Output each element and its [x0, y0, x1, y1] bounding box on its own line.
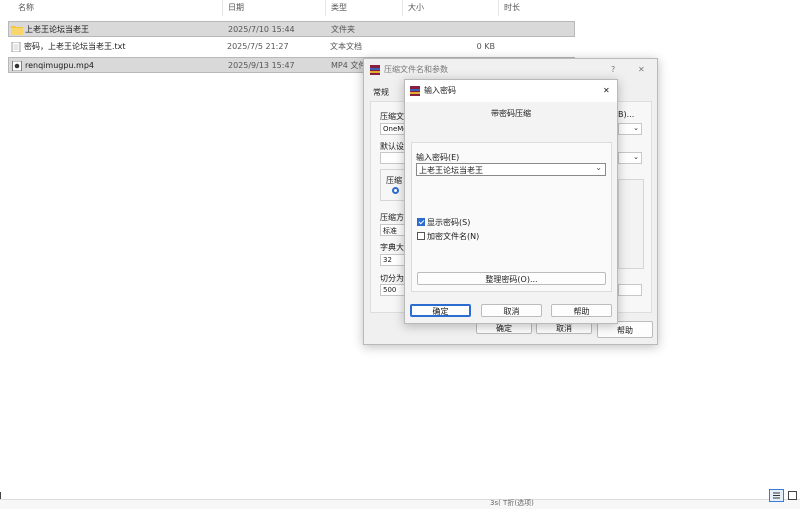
file-name: renqimugpu.mp4 [25, 61, 94, 70]
show-password-checkbox[interactable] [417, 218, 425, 226]
column-divider[interactable] [325, 0, 326, 16]
file-date: 2025/9/13 15:47 [228, 61, 295, 70]
dialog-titlebar[interactable]: 输入密码 ✕ [405, 80, 617, 102]
help-icon[interactable]: ? [611, 59, 615, 81]
split-unit-field[interactable] [618, 284, 642, 296]
column-header-size[interactable]: 大小 [408, 0, 424, 16]
browse-button-label[interactable]: B)... [618, 110, 634, 119]
file-date: 2025/7/10 15:44 [228, 25, 295, 34]
split-label: 切分为 [380, 274, 404, 283]
split-value: 500 [383, 286, 397, 294]
column-divider[interactable] [402, 0, 403, 16]
encrypt-filenames-label[interactable]: 加密文件名(N) [427, 231, 479, 242]
column-header-name[interactable]: 名称 [18, 0, 34, 16]
table-row[interactable]: 上老王论坛当老王 2025/7/10 15:44 文件夹 [8, 21, 575, 37]
password-input[interactable]: 上老王论坛当老王 ⌄ [416, 163, 606, 176]
ok-button[interactable]: 确定 [410, 304, 471, 317]
dialog-title: 压缩文件名和参数 [384, 65, 448, 74]
tiles-view-icon[interactable] [788, 491, 797, 500]
chevron-down-icon[interactable]: ⌄ [595, 163, 602, 172]
chevron-down-icon: ⌄ [633, 124, 639, 132]
file-name: 上老王论坛当老王 [25, 25, 89, 34]
archive-name-dropdown-tail[interactable]: ⌄ [618, 123, 642, 135]
sort-indicator-icon: ^ [116, 0, 122, 5]
format-group-label: 压缩 [386, 176, 402, 185]
method-value: 标准 [383, 227, 397, 235]
encrypt-filenames-checkbox[interactable] [417, 232, 425, 240]
file-type: 文件夹 [331, 25, 355, 34]
close-icon[interactable]: ✕ [638, 59, 645, 81]
column-header-type[interactable]: 类型 [331, 0, 347, 16]
tab-general[interactable]: 常规 [373, 87, 389, 98]
default-settings-dropdown-tail[interactable]: ⌄ [618, 152, 642, 164]
column-header-date[interactable]: 日期 [228, 0, 244, 16]
winrar-icon [410, 86, 420, 96]
close-icon[interactable]: ✕ [603, 80, 610, 102]
organize-passwords-button[interactable]: 整理密码(O)... [417, 272, 606, 285]
dictionary-label: 字典大 [380, 243, 404, 252]
cancel-button[interactable]: 取消 [481, 304, 542, 317]
table-row[interactable]: 密码，上老王论坛当老王.txt 2025/7/5 21:27 文本文档 0 KB [8, 39, 575, 55]
method-label: 压缩方 [380, 213, 404, 222]
enter-password-label: 输入密码(E) [416, 153, 460, 162]
enter-password-dialog: 输入密码 ✕ 带密码压缩 输入密码(E) 上老王论坛当老王 ⌄ 显示密码(S) … [404, 79, 618, 324]
file-size: 0 KB [476, 42, 495, 51]
file-type: 文本文档 [330, 42, 362, 51]
file-date: 2025/7/5 21:27 [227, 42, 289, 51]
dialog-titlebar[interactable]: 压缩文件名和参数 ? ✕ [364, 59, 657, 81]
dictionary-value: 32 [383, 256, 392, 264]
options-group [618, 179, 644, 269]
winrar-icon [370, 65, 380, 75]
video-file-icon [12, 61, 22, 71]
folder-icon [11, 26, 23, 35]
format-radio[interactable] [392, 187, 399, 194]
file-name: 密码，上老王论坛当老王.txt [24, 42, 126, 51]
dialog-title: 输入密码 [424, 86, 456, 95]
chevron-down-icon: ⌄ [633, 153, 639, 161]
column-divider[interactable] [222, 0, 223, 16]
column-divider[interactable] [498, 0, 499, 16]
text-file-icon [11, 42, 21, 52]
archive-name-label: 压缩文 [380, 112, 404, 121]
details-view-icon[interactable] [769, 489, 784, 502]
menu-icon[interactable] [0, 492, 5, 499]
bottom-bar: 3s( T折(选项) [0, 499, 800, 509]
list-lines [773, 492, 780, 499]
bottom-text-fragment: 3s( T折(选项) [490, 499, 534, 507]
password-value: 上老王论坛当老王 [419, 166, 483, 175]
default-settings-label: 默认设 [380, 142, 404, 151]
dialog-header: 带密码压缩 [491, 109, 531, 118]
column-header-duration[interactable]: 时长 [504, 0, 520, 16]
help-button[interactable]: 帮助 [551, 304, 612, 317]
file-type: MP4 文件 [331, 61, 367, 70]
show-password-label[interactable]: 显示密码(S) [427, 217, 470, 228]
